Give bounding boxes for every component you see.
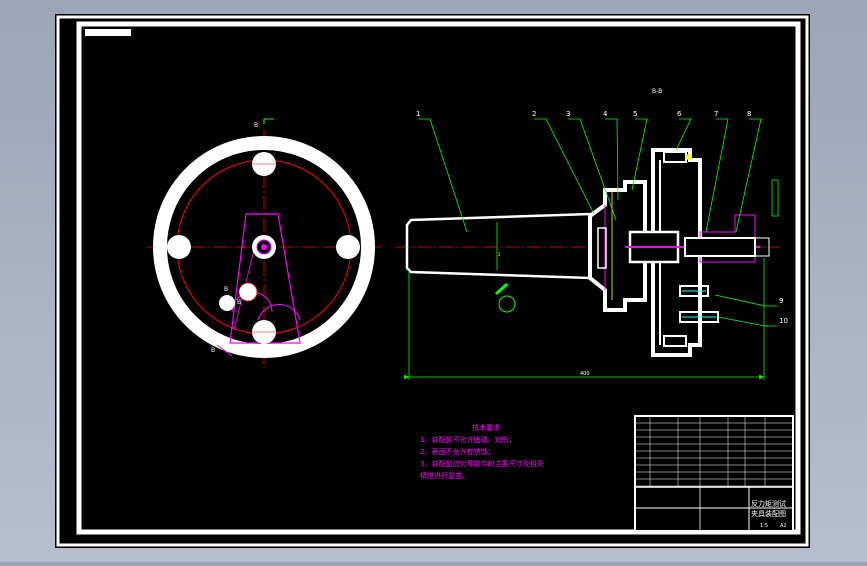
drawing-title-line2: 夹具装配图 bbox=[751, 509, 786, 518]
part-number-label: 9 bbox=[779, 297, 783, 305]
tech-item: 3、装配前应对零部件的主要尺寸及相关 bbox=[420, 459, 543, 468]
output-shaft bbox=[684, 237, 756, 257]
drawing-title-line1: 反力矩测试 bbox=[751, 499, 786, 508]
drawing-number-box bbox=[85, 29, 131, 36]
small-gear-right bbox=[238, 282, 258, 302]
marker-dot bbox=[686, 154, 692, 160]
title-block: 反力矩测试 夹具装配图 1:5 A2 bbox=[634, 415, 794, 532]
part-number-label: 10 bbox=[779, 317, 788, 325]
part-number-label: 8 bbox=[747, 110, 751, 118]
part-number-label: 1 bbox=[416, 110, 420, 118]
part-number-label: 2 bbox=[532, 110, 536, 118]
scale-value: 1:5 bbox=[760, 523, 768, 529]
tech-title: 技术要求 bbox=[472, 423, 500, 432]
cad-drawing: B B B B B-B 2 400 1 2 3 4 5 6 7 8910 技术要… bbox=[55, 14, 810, 548]
detail-label-right: B bbox=[237, 299, 241, 306]
sheet-size: A2 bbox=[780, 523, 787, 529]
part-number-label: 5 bbox=[633, 110, 637, 118]
section-mark-top: B bbox=[254, 122, 258, 129]
part-number-label: 4 bbox=[603, 110, 608, 118]
part-number-label: 7 bbox=[714, 110, 718, 118]
tech-item: 2、表面不允许有锈蚀； bbox=[420, 447, 494, 456]
knob-boss-top bbox=[663, 151, 687, 163]
hub-center bbox=[261, 244, 267, 250]
grip-knob-left bbox=[167, 235, 191, 259]
overall-dimension-value: 400 bbox=[580, 371, 590, 377]
drawing-viewport[interactable]: B B B B B-B 2 400 1 2 3 4 5 6 7 8 9 10 技… bbox=[0, 0, 867, 562]
tech-item: 1、装配前不允许磕碰、划伤； bbox=[420, 435, 515, 444]
section-mark-bottom: B bbox=[211, 347, 215, 354]
part-number-label: 3 bbox=[566, 110, 570, 118]
tech-item: 精度进行复查。 bbox=[420, 471, 469, 480]
section-title: B-B bbox=[652, 88, 662, 95]
part-number-label: 6 bbox=[677, 110, 682, 118]
knob-boss-bottom bbox=[663, 335, 687, 347]
small-gear-left bbox=[219, 295, 235, 311]
detail-label-left: B bbox=[224, 286, 228, 293]
grip-knob-right bbox=[336, 235, 360, 259]
